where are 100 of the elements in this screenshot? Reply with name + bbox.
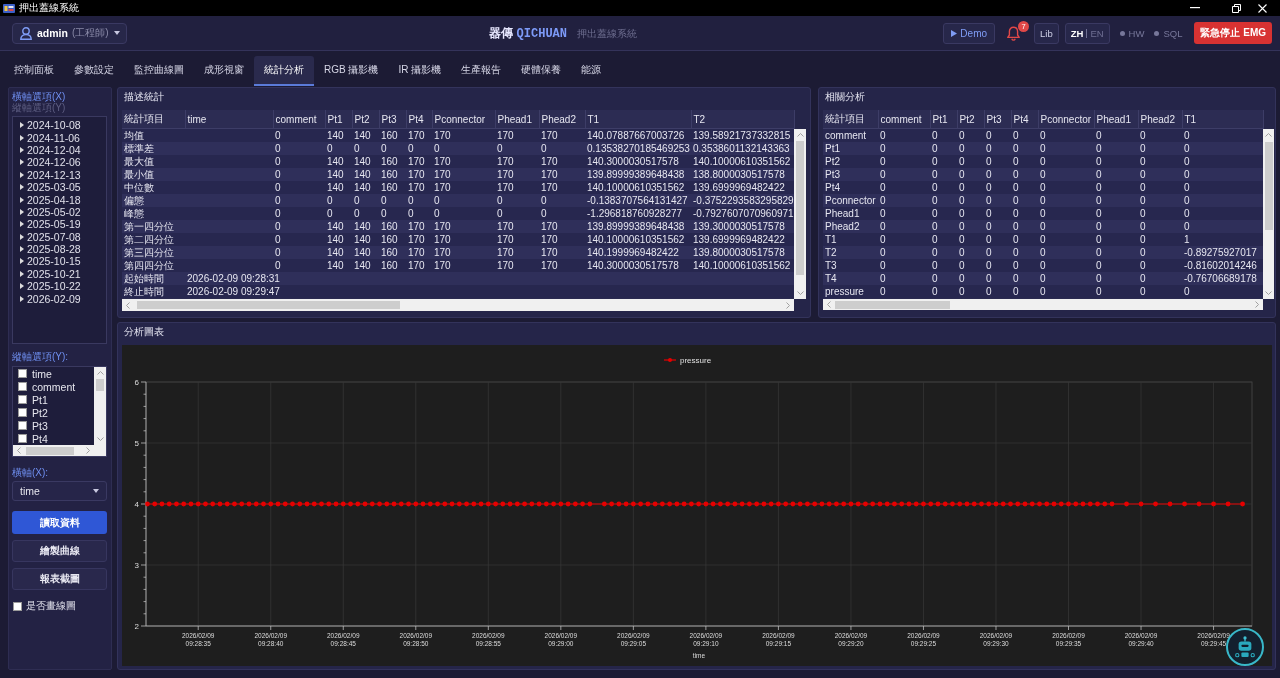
chevron-down-icon[interactable] [1265,291,1272,295]
expand-arrow-icon[interactable] [20,208,24,215]
list-item[interactable]: Pt3 [13,419,94,432]
expand-arrow-icon[interactable] [20,159,24,166]
tree-item[interactable]: 2025-07-08 [20,230,106,243]
nav-tab[interactable]: 參數設定 [64,56,124,86]
tree-item[interactable]: 2024-12-13 [20,168,106,181]
nav-tab[interactable]: 控制面板 [4,56,64,86]
scrollbar-thumb[interactable] [137,301,400,309]
table-cell: 0 [273,129,325,142]
scrollbar-thumb[interactable] [26,446,74,455]
scrollbar-thumb[interactable] [96,379,104,391]
checkbox[interactable] [18,369,27,378]
expand-arrow-icon[interactable] [20,171,24,178]
row-label: 標準差 [122,142,185,155]
chevron-down-icon[interactable] [796,291,804,295]
library-button[interactable]: Lib [1034,22,1059,44]
status-label: SQL [1163,27,1183,39]
row-label: T4 [823,272,878,285]
column-header: T2 [691,110,794,129]
emergency-stop-button[interactable]: 緊急停止 EMG [1194,22,1272,44]
chevron-right-icon[interactable] [86,447,90,454]
chevron-left-icon[interactable] [17,447,21,454]
row-label: Pt3 [823,168,878,181]
tree-item[interactable]: 2025-10-22 [20,280,106,293]
tree-item[interactable]: 2025-05-19 [20,218,106,231]
expand-arrow-icon[interactable] [20,246,24,253]
tree-item[interactable]: 2024-11-06 [20,131,106,144]
scrollbar-thumb[interactable] [796,141,804,275]
checkbox[interactable] [18,382,27,391]
tree-item[interactable]: 2025-08-28 [20,242,106,256]
expand-arrow-icon[interactable] [20,270,24,277]
scrollbar-thumb[interactable] [1264,142,1273,230]
table-cell: 0 [352,142,379,155]
table-cell: 140.10000610351562 [585,233,691,246]
checkbox-option[interactable]: 是否畫線圖 [12,599,76,613]
tree-item[interactable]: 2025-03-05 [20,180,106,194]
expand-arrow-icon[interactable] [20,196,24,203]
expand-arrow-icon[interactable] [20,258,24,265]
action-button[interactable]: 報表截圖 [12,568,107,590]
list-item[interactable]: time [13,367,94,380]
action-button[interactable]: 繪製曲線 [12,540,107,562]
checkbox[interactable] [18,395,27,404]
expand-arrow-icon[interactable] [20,184,24,191]
chevron-left-icon[interactable] [126,301,130,309]
table-cell: 140.07887667003726 [585,129,691,142]
tree-item[interactable]: 2025-05-02 [20,205,106,219]
chevron-up-icon[interactable] [1265,133,1272,137]
tree-item[interactable]: 2025-04-18 [20,193,106,206]
tree-item[interactable]: 2025-10-15 [20,255,106,268]
user-menu-button[interactable]: admin (工程師) [12,22,127,44]
nav-tab[interactable]: RGB 攝影機 [314,56,389,86]
data-point [892,501,897,507]
nav-tab[interactable]: 成形視窗 [194,56,254,86]
checkbox[interactable] [18,421,27,430]
expand-arrow-icon[interactable] [20,221,24,228]
chevron-left-icon[interactable] [827,301,831,308]
list-item[interactable]: comment [13,380,94,393]
table-cell: -0.76706689178 [1182,272,1263,285]
nav-tab[interactable]: 統計分析 [254,56,314,86]
nav-tab[interactable]: 生產報告 [451,56,512,86]
expand-arrow-icon[interactable] [20,233,24,240]
demo-button[interactable]: Demo [943,22,996,44]
column-header: Pconnector [432,110,495,129]
chevron-right-icon[interactable] [1255,301,1259,308]
expand-arrow-icon[interactable] [20,134,24,141]
nav-tab[interactable]: 能源 [571,56,612,86]
tree-item[interactable]: 2024-10-08 [20,119,106,132]
table-cell: 0 [878,285,930,298]
tree-item[interactable]: 2026-02-09 [20,292,106,305]
data-point [464,501,469,507]
tree-item[interactable]: 2024-12-04 [20,143,106,157]
checkbox[interactable] [18,408,27,417]
nav-tab[interactable]: IR 攝影機 [388,56,452,86]
scrollbar-thumb[interactable] [835,300,950,309]
chevron-up-icon[interactable] [796,133,804,137]
checkbox[interactable] [18,434,27,443]
chevron-right-icon[interactable] [786,301,790,309]
list-item[interactable]: Pt2 [13,406,94,419]
chevron-down-icon[interactable] [96,437,104,441]
expand-arrow-icon[interactable] [20,122,24,129]
list-item[interactable]: Pt1 [13,393,94,406]
nav-tab[interactable]: 監控曲線圖 [124,56,194,86]
column-header: Phead2 [539,110,585,129]
table-cell: 0 [432,194,495,207]
language-option[interactable]: ZH [1070,27,1084,39]
action-button[interactable]: 讀取資料 [12,511,107,534]
axis-tab[interactable]: 橫軸選項(X) [12,91,66,102]
table-cell: 0 [1038,285,1094,298]
checkbox[interactable] [13,601,22,611]
table-cell: 0 [1094,207,1138,220]
chevron-up-icon[interactable] [96,371,104,375]
x-axis-select[interactable]: time [12,481,107,501]
tree-item[interactable]: 2024-12-06 [20,156,106,169]
tree-item[interactable]: 2025-10-21 [20,267,106,281]
expand-arrow-icon[interactable] [20,295,24,302]
nav-tab[interactable]: 硬體保養 [511,56,572,86]
expand-arrow-icon[interactable] [20,146,24,153]
expand-arrow-icon[interactable] [20,283,24,290]
list-item[interactable]: Pt4 [13,432,94,445]
